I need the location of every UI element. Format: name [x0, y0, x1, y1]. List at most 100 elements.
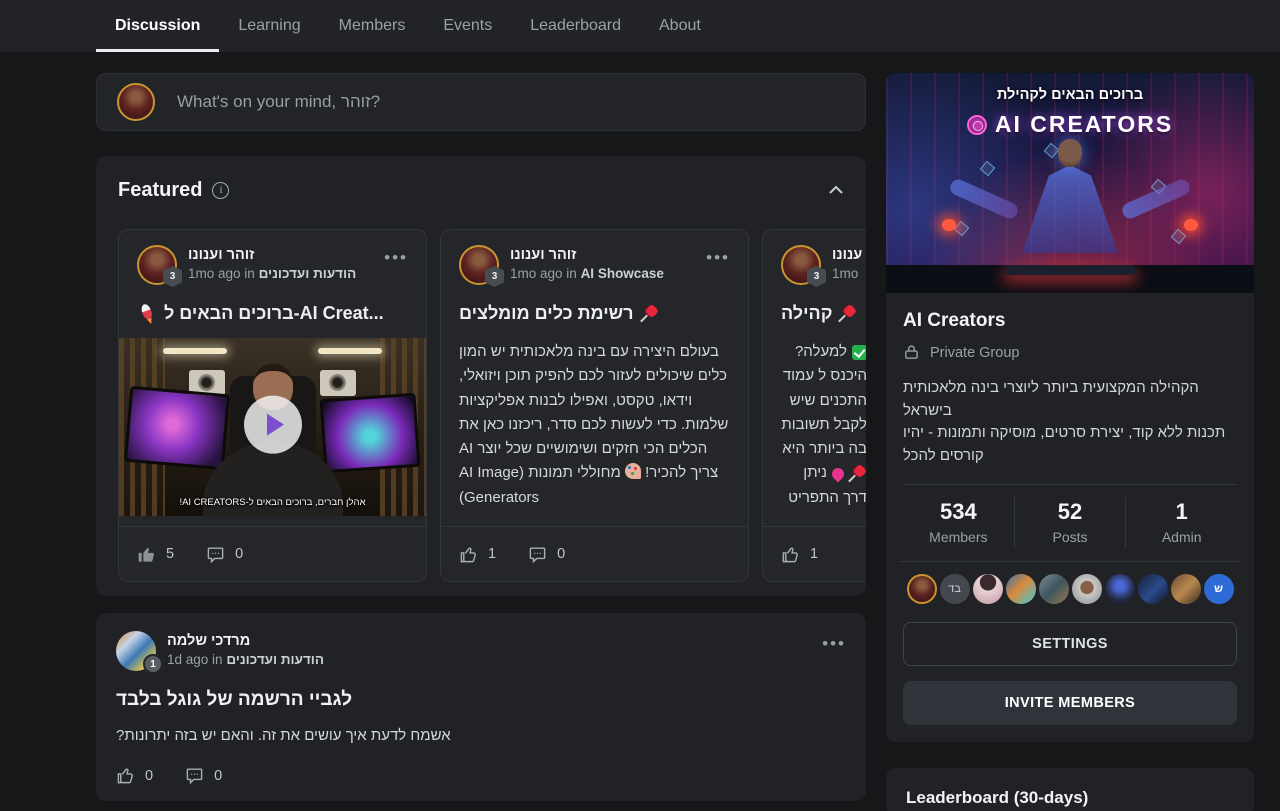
more-menu-icon[interactable]: ••• — [706, 245, 730, 285]
post-title[interactable]: רשימת כלים מומלצים — [441, 303, 748, 324]
top-nav: Discussion Learning Members Events Leade… — [0, 0, 1280, 52]
comment-count: 0 — [557, 546, 565, 562]
post-title[interactable]: קהילה — [763, 303, 866, 324]
featured-card-welcome[interactable]: 3 זוהר וענונו 1mo ago in הודעות ועדכונים… — [118, 229, 427, 582]
member-avatar[interactable] — [907, 574, 937, 604]
card-footer: 5 0 — [119, 526, 426, 581]
comment-count: 0 — [214, 768, 222, 784]
comment-button[interactable] — [185, 766, 204, 785]
group-info: AI Creators Private Group הקהילה המקצועי… — [886, 293, 1254, 467]
tab-learning[interactable]: Learning — [219, 0, 319, 52]
cover-welcome-text: ברוכים הבאים לקהילת — [886, 87, 1254, 103]
member-avatar[interactable] — [1138, 574, 1168, 604]
tab-events[interactable]: Events — [424, 0, 511, 52]
like-count: 1 — [810, 546, 818, 562]
member-avatar[interactable] — [1171, 574, 1201, 604]
member-avatar[interactable] — [1105, 574, 1135, 604]
sidebar: ברוכים הבאים לקהילת AI CREATORS AI Creat… — [886, 52, 1254, 811]
round-pin-emoji — [830, 465, 847, 482]
lock-icon — [903, 344, 920, 361]
pushpin-emoji — [849, 465, 866, 483]
category-link[interactable]: הודעות ועדכונים — [259, 266, 357, 281]
like-button[interactable] — [781, 545, 800, 564]
members-avatar-strip: בד ש — [899, 561, 1241, 606]
more-menu-icon[interactable]: ••• — [384, 245, 408, 285]
stat-members[interactable]: 534 Members — [903, 497, 1014, 549]
post-footer: 0 0 — [116, 766, 846, 785]
featured-title: Featured — [118, 179, 202, 202]
feed-column: What's on your mind, זוהר? Featured i 3 — [96, 52, 866, 801]
member-avatar[interactable] — [1006, 574, 1036, 604]
settings-button[interactable]: SETTINGS — [903, 622, 1237, 666]
card-header: 3 ענונו 1mo — [763, 230, 866, 285]
featured-card-tools[interactable]: 3 זוהר וענונו 1mo ago in AI Showcase •••… — [440, 229, 749, 582]
more-menu-icon[interactable]: ••• — [822, 631, 846, 671]
like-count: 0 — [145, 768, 153, 784]
author-avatar[interactable]: 3 — [781, 245, 821, 285]
post-meta: 1mo ago in הודעות ועדכונים — [188, 266, 356, 281]
tab-leaderboard[interactable]: Leaderboard — [511, 0, 640, 52]
level-badge: 3 — [807, 266, 826, 287]
author-name[interactable]: ענונו — [832, 247, 862, 263]
post-title[interactable]: ברוכים הבאים ל-AI Creat... — [119, 303, 426, 324]
member-avatar[interactable] — [1039, 574, 1069, 604]
pushpin-emoji — [839, 305, 857, 323]
group-cover-image[interactable]: ברוכים הבאים לקהילת AI CREATORS — [886, 73, 1254, 293]
post-meta: 1d ago in הודעות ועדכונים — [167, 652, 324, 667]
video-caption: אהלן חברים, ברוכים הבאים ל-AI CREATORS! — [119, 497, 426, 508]
pushpin-emoji — [641, 305, 659, 323]
invite-members-button[interactable]: INVITE MEMBERS — [903, 681, 1237, 725]
like-button[interactable] — [137, 545, 156, 564]
tab-discussion[interactable]: Discussion — [96, 0, 219, 52]
like-button[interactable] — [459, 545, 478, 564]
featured-card-community[interactable]: 3 ענונו 1mo קהילה למעלה? היכנס ל עמוד — [762, 229, 866, 582]
comment-button[interactable] — [206, 545, 225, 564]
rocket-emoji — [134, 303, 160, 324]
post-body: אשמח לדעת איך עושים את זה. והאם יש בזה י… — [116, 727, 846, 744]
like-count: 1 — [488, 546, 496, 562]
post-meta: 1mo ago in AI Showcase — [510, 266, 664, 281]
author-avatar[interactable]: 1 — [116, 631, 156, 671]
palette-emoji — [625, 463, 641, 479]
category-link[interactable]: הודעות ועדכונים — [226, 652, 324, 667]
member-avatar[interactable] — [1072, 574, 1102, 604]
author-name[interactable]: זוהר וענונו — [188, 247, 356, 263]
card-header: 3 זוהר וענונו 1mo ago in הודעות ועדכונים… — [119, 230, 426, 285]
info-icon[interactable]: i — [212, 182, 229, 199]
group-actions: SETTINGS INVITE MEMBERS — [886, 606, 1254, 742]
author-name[interactable]: זוהר וענונו — [510, 247, 664, 263]
current-user-avatar — [117, 83, 155, 121]
tab-members[interactable]: Members — [320, 0, 425, 52]
chevron-up-icon[interactable] — [828, 185, 844, 195]
author-name[interactable]: מרדכי שלמה — [167, 633, 324, 649]
post-meta: 1mo — [832, 266, 862, 281]
author-avatar[interactable]: 3 — [459, 245, 499, 285]
comment-count: 0 — [235, 546, 243, 562]
stat-posts[interactable]: 52 Posts — [1014, 497, 1126, 549]
brain-logo-icon — [967, 115, 987, 135]
like-button[interactable] — [116, 766, 135, 785]
play-button[interactable] — [244, 396, 302, 454]
group-stats: 534 Members 52 Posts 1 Admin — [903, 484, 1237, 561]
member-avatar[interactable]: ש — [1204, 574, 1234, 604]
group-description: הקהילה המקצועית ביותר ליוצרי בינה מלאכות… — [903, 377, 1237, 467]
card-header: 3 זוהר וענונו 1mo ago in AI Showcase ••• — [441, 230, 748, 285]
member-avatar[interactable] — [973, 574, 1003, 604]
member-avatar[interactable]: בד — [940, 574, 970, 604]
author-avatar[interactable]: 3 — [137, 245, 177, 285]
group-name: AI Creators — [903, 310, 1237, 332]
category-link[interactable]: AI Showcase — [581, 266, 664, 281]
stat-admins[interactable]: 1 Admin — [1125, 497, 1237, 549]
video-thumbnail[interactable]: אהלן חברים, ברוכים הבאים ל-AI CREATORS! — [119, 338, 426, 516]
level-badge: 3 — [485, 266, 504, 287]
privacy-label: Private Group — [930, 345, 1019, 361]
featured-section: Featured i 3 זוהר וענונו 1mo ago in ה — [96, 156, 866, 596]
card-footer: 1 — [763, 526, 866, 581]
tab-about[interactable]: About — [640, 0, 720, 52]
post-title[interactable]: לגביי הרשמה של גוגל בלבד — [116, 689, 846, 711]
like-count: 5 — [166, 546, 174, 562]
post-composer[interactable]: What's on your mind, זוהר? — [96, 73, 866, 131]
feed-post[interactable]: 1 מרדכי שלמה 1d ago in הודעות ועדכונים •… — [96, 613, 866, 801]
comment-button[interactable] — [528, 545, 547, 564]
post-body: למעלה? היכנס ל עמוד התכנים שיש לקבל תשוב… — [781, 340, 866, 510]
